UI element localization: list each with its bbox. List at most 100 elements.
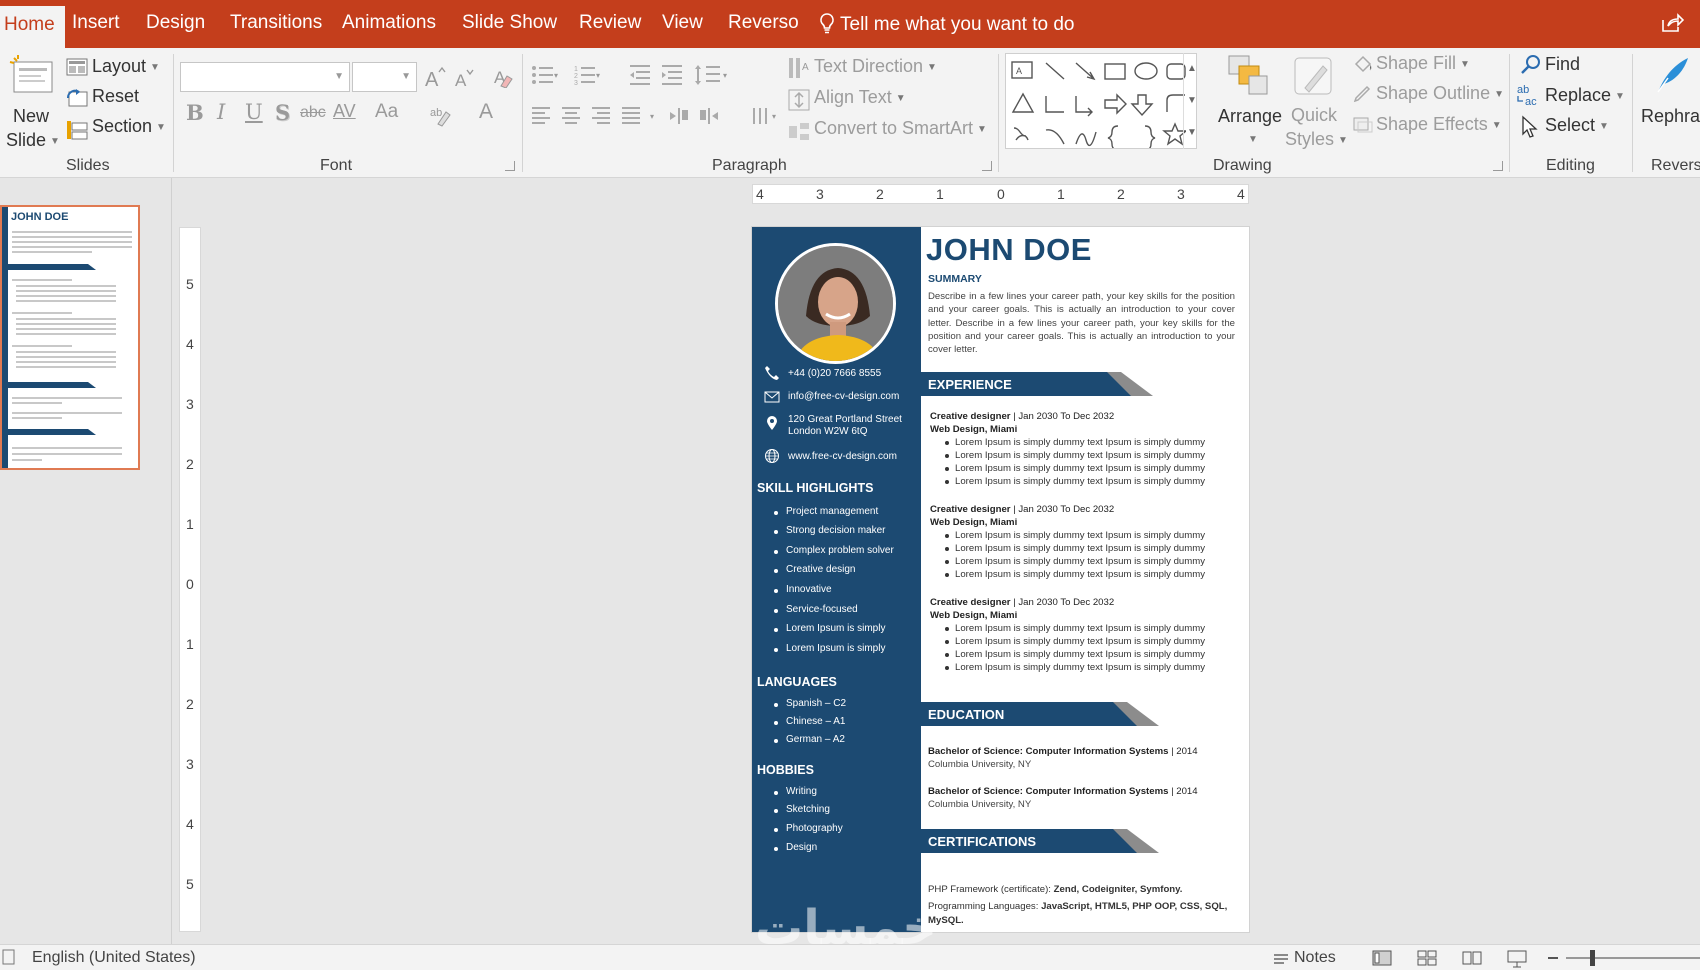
shapes-gallery[interactable]: A — [1005, 53, 1197, 149]
convert-smartart-button[interactable]: Convert to SmartArt ▼ — [814, 118, 987, 139]
ruler-number: 4 — [186, 816, 194, 832]
svg-text:A: A — [455, 71, 467, 88]
paragraph-dialog-launcher-icon[interactable] — [982, 161, 992, 171]
text-direction-icon: A — [789, 58, 809, 78]
tab-view[interactable]: View — [662, 12, 703, 34]
italic-button[interactable]: I — [217, 100, 225, 124]
job-bullet: Lorem Ipsum is simply dummy text Ipsum i… — [944, 543, 1206, 554]
select-cursor-icon — [1522, 115, 1538, 138]
ribbon: New Slide ▼ Layout ▼ Reset Section ▼ Slides… — [0, 48, 1700, 178]
character-spacing-button[interactable]: AV — [333, 101, 356, 122]
reading-view-icon[interactable] — [1462, 950, 1482, 966]
svg-text:▾: ▾ — [650, 112, 654, 121]
chevron-up-icon[interactable]: ▲ — [1184, 53, 1200, 85]
shape-outline-button[interactable]: Shape Outline ▼ — [1376, 83, 1504, 104]
quick-styles-button[interactable]: Quick — [1291, 105, 1337, 126]
tab-animations[interactable]: Animations — [342, 12, 436, 34]
spelling-check-icon[interactable] — [2, 949, 16, 965]
rephrase-button[interactable]: Rephras — [1641, 106, 1700, 127]
zoom-slider[interactable] — [1566, 957, 1700, 959]
job-company: Web Design, Miami — [930, 517, 1018, 528]
shape-glyphs-icon[interactable]: A — [1010, 60, 1186, 148]
tell-me-search[interactable]: Tell me what you want to do — [818, 12, 1074, 36]
text-direction-button[interactable]: Text Direction ▼ — [814, 56, 937, 77]
ruler-number: 1 — [186, 516, 194, 532]
tab-reverso[interactable]: Reverso — [728, 12, 799, 34]
slide-sorter-icon[interactable] — [1417, 950, 1437, 966]
slide-thumbnail-1[interactable]: JOHN DOE — [0, 205, 140, 470]
chevron-down-icon[interactable]: ▼ — [1184, 85, 1200, 117]
shapes-gallery-scrollbar[interactable]: ▲ ▼ ▼ — [1183, 53, 1200, 149]
ruler-number: 3 — [1177, 186, 1185, 202]
skills-heading: SKILL HIGHLIGHTS — [757, 481, 874, 495]
svg-text:A: A — [425, 69, 439, 88]
underline-button[interactable]: U — [245, 100, 263, 124]
replace-button[interactable]: Replace ▼ — [1545, 85, 1625, 106]
language-status[interactable]: English (United States) — [32, 949, 196, 967]
drawing-dialog-launcher-icon[interactable] — [1493, 161, 1503, 171]
notes-button[interactable]: Notes — [1294, 949, 1336, 967]
group-divider — [998, 54, 999, 172]
svg-text:▾: ▾ — [723, 71, 727, 80]
text-shadow-button[interactable]: S — [275, 100, 290, 125]
shape-fill-button[interactable]: Shape Fill ▼ — [1376, 53, 1470, 74]
language-item: Spanish – C2 — [773, 698, 847, 709]
ruler-number: 2 — [186, 456, 194, 472]
tab-slide-show[interactable]: Slide Show — [462, 12, 557, 34]
education-degree-line: Bachelor of Science: Computer Informatio… — [928, 786, 1198, 797]
group-divider — [1632, 54, 1633, 172]
tab-home[interactable]: Home — [0, 6, 65, 48]
gallery-more-icon[interactable]: ▼ — [1184, 117, 1200, 149]
slideshow-view-icon[interactable] — [1507, 950, 1527, 968]
select-button[interactable]: Select ▼ — [1545, 115, 1609, 136]
find-button[interactable]: Find — [1545, 54, 1580, 75]
hobby-item: Sketching — [774, 804, 830, 815]
increase-font-icon[interactable]: A — [424, 66, 446, 88]
horizontal-ruler[interactable]: 4 3 2 1 0 1 2 3 4 — [752, 184, 1249, 204]
profile-photo[interactable] — [775, 243, 896, 364]
arrange-button[interactable]: Arrange — [1218, 106, 1282, 127]
align-text-button[interactable]: Align Text ▼ — [814, 87, 906, 108]
svg-text:ab: ab — [430, 107, 442, 119]
clear-formatting-icon[interactable]: A — [493, 66, 515, 88]
chevron-down-icon: ▼ — [1494, 89, 1504, 100]
strikethrough-button[interactable]: abc — [300, 104, 326, 122]
zoom-out-icon[interactable] — [1548, 957, 1558, 959]
font-dialog-launcher-icon[interactable] — [505, 161, 515, 171]
reset-button[interactable]: Reset — [92, 86, 139, 107]
group-label-reverso: Revers — [1651, 157, 1700, 174]
tell-me-text: Tell me what you want to do — [840, 14, 1075, 35]
slide-canvas[interactable]: +44 (0)20 7666 8555 info@free-cv-design.… — [752, 227, 1249, 932]
job-bullet: Lorem Ipsum is simply dummy text Ipsum i… — [944, 623, 1206, 634]
share-icon[interactable] — [1660, 12, 1684, 34]
font-color-button[interactable]: A — [479, 100, 493, 124]
tab-insert[interactable]: Insert — [72, 12, 120, 34]
new-slide-label[interactable]: Slide ▼ — [6, 130, 60, 151]
summary-text: Describe in a few lines your career path… — [928, 291, 1235, 356]
bold-button[interactable]: B — [186, 100, 204, 125]
decrease-font-icon[interactable]: A — [454, 68, 476, 88]
vertical-ruler[interactable]: 5 4 3 2 1 0 1 2 3 4 5 — [179, 227, 201, 932]
quick-styles-label[interactable]: Styles ▼ — [1285, 129, 1348, 150]
skill-item: Lorem Ipsum is simply — [773, 643, 886, 654]
skill-item: Creative design — [773, 564, 856, 575]
tab-transitions[interactable]: Transitions — [230, 12, 322, 34]
new-slide-button[interactable]: New — [13, 106, 49, 127]
list-indent-buttons-icon[interactable]: 123 ▾ ▾ ▾ — [530, 62, 775, 88]
highlight-icon[interactable]: ab — [430, 104, 456, 128]
zoom-slider-thumb[interactable] — [1590, 950, 1595, 966]
svg-text:ac: ac — [1525, 96, 1537, 108]
font-name-combo[interactable]: ▼ — [180, 62, 350, 92]
layout-button[interactable]: Layout ▼ — [92, 56, 160, 77]
ruler-number: 0 — [997, 186, 1005, 202]
section-button[interactable]: Section ▼ — [92, 116, 166, 137]
job-bullet: Lorem Ipsum is simply dummy text Ipsum i… — [944, 476, 1206, 487]
normal-view-icon[interactable] — [1372, 950, 1392, 966]
shape-effects-button[interactable]: Shape Effects ▼ — [1376, 114, 1502, 135]
change-case-button[interactable]: Aa — [375, 101, 398, 123]
tab-design[interactable]: Design — [146, 12, 205, 34]
tab-review[interactable]: Review — [579, 12, 641, 34]
certification-line: PHP Framework (certificate): Zend, Codei… — [928, 884, 1183, 895]
alignment-buttons-icon[interactable]: ▾ ▾ — [530, 104, 780, 128]
font-size-combo[interactable]: ▼ — [352, 62, 417, 92]
